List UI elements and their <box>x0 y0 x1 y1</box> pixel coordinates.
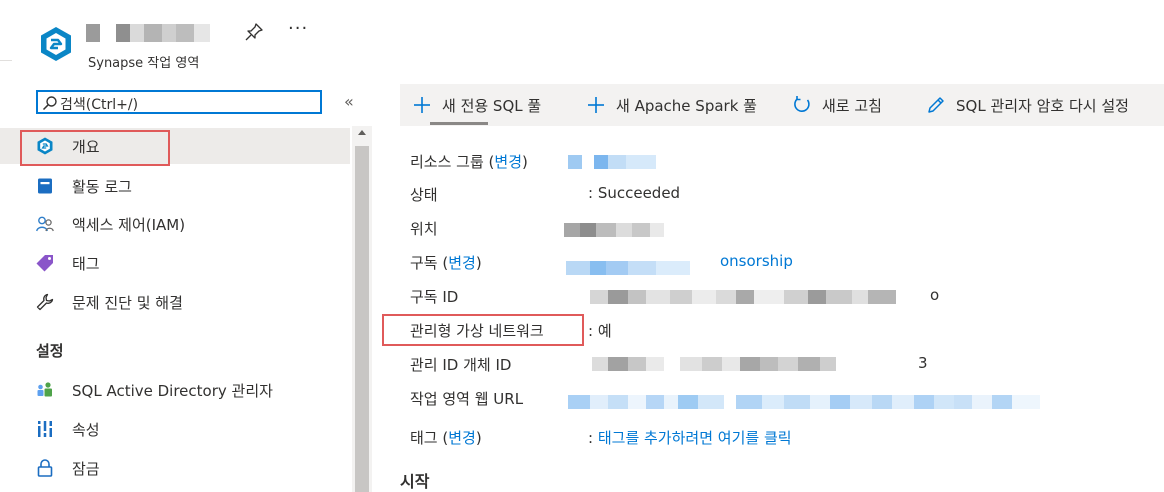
sidebar-item-activity-log[interactable]: 활동 로그 <box>0 168 350 204</box>
search-placeholder: 검색(Ctrl+/) <box>60 97 139 113</box>
sidebar-item-properties[interactable]: 속성 <box>0 411 350 447</box>
wrench-icon <box>36 293 54 311</box>
workspace-url-label: 작업 영역 웹 URL <box>410 390 524 408</box>
new-spark-pool-label: 새 Apache Spark 풀 <box>616 96 757 115</box>
scroll-up-arrow-icon[interactable] <box>354 126 370 140</box>
sidebar-item-label: 태그 <box>72 255 100 273</box>
sidebar-item-label: 잠금 <box>72 460 100 478</box>
tags-change-link[interactable]: 변경 <box>448 429 476 447</box>
managed-identity-tail: 3 <box>918 354 928 372</box>
header-divider <box>0 60 12 61</box>
subscription-value-redacted[interactable] <box>566 260 690 275</box>
workspace-url-redacted[interactable] <box>568 394 1040 409</box>
managed-vnet-highlight-box <box>382 314 584 346</box>
subscription-id-tail: o <box>930 286 940 304</box>
collapse-sidebar-button[interactable]: « <box>344 92 354 111</box>
subscription-value-tail[interactable]: onsorship <box>720 252 793 270</box>
sidebar-item-sql-ad-admin[interactable]: SQL Active Directory 관리자 <box>0 372 350 408</box>
new-sql-pool-label: 새 전용 SQL 풀 <box>442 96 542 115</box>
plus-icon <box>588 97 604 113</box>
location-value-redacted <box>564 222 664 237</box>
subscription-label: 구독 (변경) <box>410 254 482 272</box>
resource-group-change-link[interactable]: 변경 <box>494 153 522 171</box>
resource-group-label: 리소스 그룹 (변경) <box>410 153 528 171</box>
search-icon <box>42 96 57 111</box>
sidebar-item-label: SQL Active Directory 관리자 <box>72 382 273 400</box>
tag-icon <box>36 255 53 272</box>
refresh-button[interactable]: 새로 고침 <box>792 84 882 126</box>
sidebar-item-label: 액세스 제어(IAM) <box>72 216 186 234</box>
overview-highlight-box <box>20 130 170 166</box>
synapse-logo-icon <box>41 27 71 61</box>
sidebar-scroll-thumb[interactable] <box>355 146 369 492</box>
sql-ad-admin-icon <box>37 382 52 397</box>
subscription-change-link[interactable]: 변경 <box>448 254 476 272</box>
pin-icon[interactable] <box>244 22 264 42</box>
new-spark-pool-button[interactable]: 새 Apache Spark 풀 <box>586 84 757 126</box>
refresh-icon <box>794 96 810 112</box>
managed-vnet-value: : 예 <box>588 322 612 340</box>
tags-value: : 태그를 추가하려면 여기를 클릭 <box>588 429 792 447</box>
managed-identity-label: 관리 ID 개체 ID <box>410 356 512 374</box>
reset-sql-password-label: SQL 관리자 암호 다시 설정 <box>956 96 1129 115</box>
new-sql-pool-button[interactable]: 새 전용 SQL 풀 <box>412 84 541 126</box>
sidebar-item-tags[interactable]: 태그 <box>0 245 350 281</box>
subscription-id-label: 구독 ID <box>410 288 459 306</box>
location-label: 위치 <box>410 220 438 238</box>
refresh-label: 새로 고침 <box>822 96 882 115</box>
status-label: 상태 <box>410 186 438 204</box>
sidebar-item-label: 문제 진단 및 해결 <box>72 294 183 312</box>
settings-section-heading: 설정 <box>36 342 64 360</box>
status-value: : Succeeded <box>588 184 681 202</box>
properties-icon <box>37 421 53 437</box>
tags-label: 태그 (변경) <box>410 429 482 447</box>
lock-icon <box>37 459 53 477</box>
activity-log-icon <box>38 178 52 194</box>
sidebar-item-diagnose[interactable]: 문제 진단 및 해결 <box>0 284 350 320</box>
plus-icon <box>414 97 430 113</box>
sidebar-item-locks[interactable]: 잠금 <box>0 450 350 486</box>
workspace-name-redacted <box>86 24 210 42</box>
managed-identity-redacted <box>592 356 836 371</box>
more-options-button[interactable]: ··· <box>288 18 308 39</box>
clipped-section-heading <box>430 122 488 125</box>
workspace-type-subtitle: Synapse 작업 영역 <box>88 56 200 71</box>
people-icon <box>36 216 54 232</box>
add-tags-link[interactable]: 태그를 추가하려면 여기를 클릭 <box>598 429 792 447</box>
sidebar-item-iam[interactable]: 액세스 제어(IAM) <box>0 206 350 242</box>
reset-sql-password-button[interactable]: SQL 관리자 암호 다시 설정 <box>926 84 1129 126</box>
resource-group-value-redacted[interactable] <box>568 154 656 169</box>
subscription-id-redacted <box>590 289 896 304</box>
sidebar-item-label: 활동 로그 <box>72 178 132 196</box>
pencil-icon <box>928 97 944 113</box>
get-started-heading: 시작 <box>400 472 430 491</box>
sidebar-item-label: 속성 <box>72 421 100 439</box>
